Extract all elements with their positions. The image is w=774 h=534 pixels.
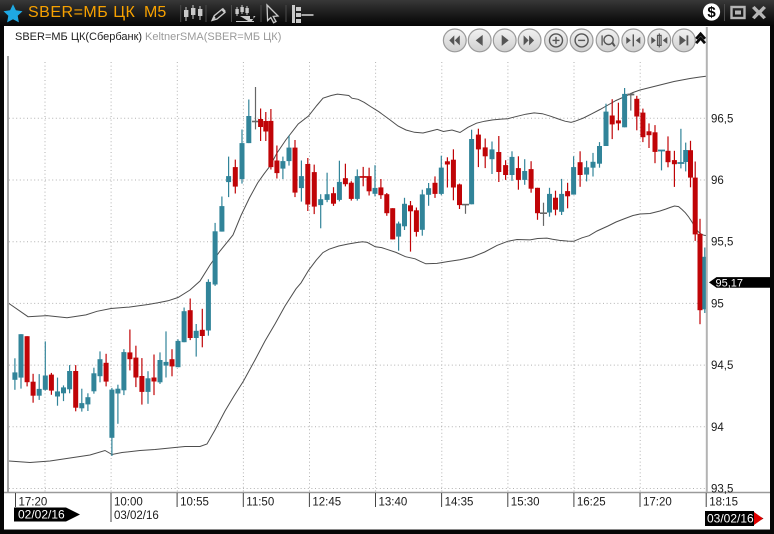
svg-text:$: $ — [707, 4, 716, 21]
